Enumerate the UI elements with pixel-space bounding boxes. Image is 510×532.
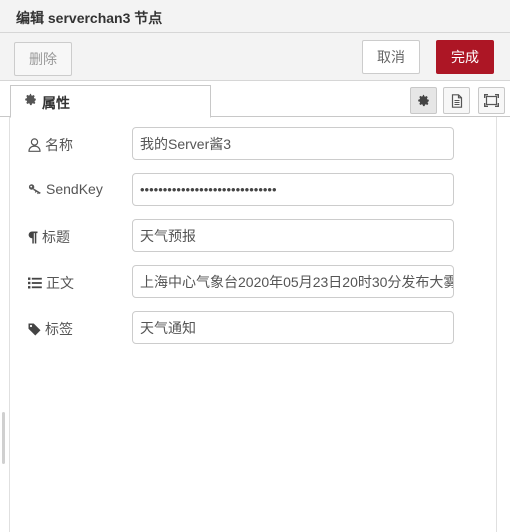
- title-label: 标题: [42, 229, 70, 245]
- list-icon: [28, 277, 42, 289]
- key-icon: [28, 183, 42, 195]
- gear-icon: [417, 94, 430, 107]
- tag-icon: [28, 323, 41, 336]
- form-row-tags: 标签 天气通知: [28, 311, 468, 344]
- body-input[interactable]: 上海中心气象台2020年05月23日20时30分发布大雾: [132, 265, 454, 298]
- body-label: 正文: [46, 275, 74, 291]
- done-button[interactable]: 完成: [436, 40, 494, 74]
- tray-header-title: 编辑 serverchan3 节点: [0, 0, 510, 33]
- tray-toolbar: 删除 取消 完成: [0, 33, 510, 81]
- form-row-title: 标题 天气预报: [28, 219, 468, 252]
- gear-icon: [24, 93, 37, 106]
- sendkey-password-input[interactable]: ••••••••••••••••••••••••••••••: [132, 173, 454, 206]
- form-row-body: 正文 上海中心气象台2020年05月23日20时30分发布大雾: [28, 265, 468, 298]
- tab-bar: 属性: [0, 81, 510, 118]
- name-label: 名称: [45, 137, 73, 153]
- form-row-sendkey: SendKey ••••••••••••••••••••••••••••••: [28, 173, 468, 206]
- form-row-name: 名称 我的Server酱3: [28, 127, 468, 160]
- name-input[interactable]: 我的Server酱3: [132, 127, 454, 160]
- node-appearance-tab-button[interactable]: [478, 87, 505, 114]
- frame-icon: [484, 94, 499, 107]
- sendkey-label: SendKey: [46, 181, 103, 197]
- user-icon: [28, 138, 41, 152]
- document-icon: [451, 93, 463, 108]
- node-properties-tab-button[interactable]: [410, 87, 437, 114]
- tags-label: 标签: [45, 321, 73, 337]
- tags-input[interactable]: 天气通知: [132, 311, 454, 344]
- title-input[interactable]: 天气预报: [132, 219, 454, 252]
- tab-properties-label: 属性: [42, 95, 70, 111]
- cancel-button[interactable]: 取消: [362, 40, 420, 74]
- paragraph-icon: [28, 231, 38, 244]
- node-description-tab-button[interactable]: [443, 87, 470, 114]
- tab-properties[interactable]: 属性: [10, 85, 211, 118]
- properties-form: 名称 我的Server酱3 SendKey ••••••••••••••••••…: [0, 117, 510, 532]
- delete-button[interactable]: 删除: [14, 42, 72, 76]
